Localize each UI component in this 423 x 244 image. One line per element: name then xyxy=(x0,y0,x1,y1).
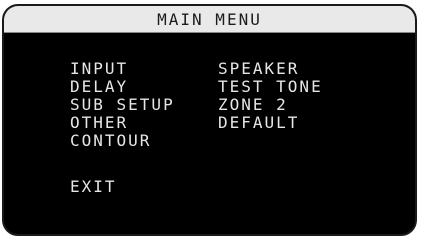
menu-item-speaker[interactable]: SPEAKER xyxy=(218,60,299,78)
menu-item-exit[interactable]: EXIT xyxy=(70,178,117,196)
menu-item-zone-2[interactable]: ZONE 2 xyxy=(218,96,288,114)
main-menu-screen: MAIN MENU INPUT DELAY SUB SETUP OTHER CO… xyxy=(2,4,417,236)
menu-item-sub-setup[interactable]: SUB SETUP xyxy=(70,96,175,114)
menu-item-other[interactable]: OTHER xyxy=(70,114,128,132)
menu-title: MAIN MENU xyxy=(157,9,262,29)
menu-item-contour[interactable]: CONTOUR xyxy=(70,132,151,150)
menu-item-input[interactable]: INPUT xyxy=(70,60,128,78)
menu-item-default[interactable]: DEFAULT xyxy=(218,114,299,132)
menu-item-test-tone[interactable]: TEST TONE xyxy=(218,78,323,96)
menu-item-delay[interactable]: DELAY xyxy=(70,78,128,96)
menu-title-bar: MAIN MENU xyxy=(4,6,415,33)
